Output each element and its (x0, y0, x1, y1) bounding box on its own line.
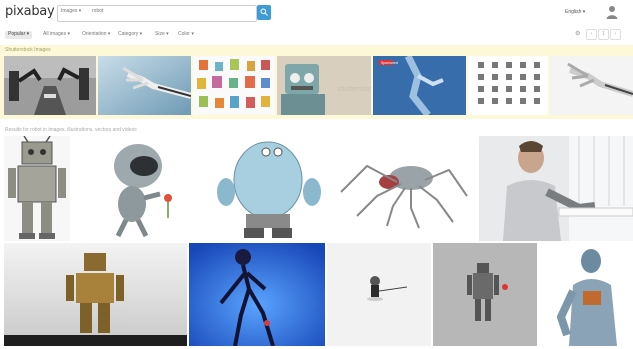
watermark-text: shutterstock (337, 86, 371, 93)
sponsored-image-cyborg[interactable]: Sponsored (373, 56, 466, 115)
sponsored-image-retro-robot[interactable]: shutterstock (277, 56, 371, 115)
sponsored-image-toy-robots[interactable] (193, 56, 275, 115)
sponsored-badge: Sponsored (381, 61, 398, 65)
search-icon (260, 8, 268, 16)
filter-popular[interactable]: Popular ▾ (5, 31, 33, 39)
settings-gear-icon[interactable]: ⚙ (575, 30, 580, 37)
results-label: Results for robot in images, illustratio… (5, 127, 137, 133)
result-image-spider-robot[interactable] (327, 136, 477, 241)
search-button[interactable] (257, 5, 271, 20)
pager-prev[interactable]: ‹ (586, 29, 597, 40)
filter-bar: Popular ▾ All images ▾ Orientation ▾ Cat… (0, 27, 633, 43)
result-image-gold-robot[interactable] (4, 243, 187, 346)
filter-color[interactable]: Color ▾ (178, 31, 194, 39)
result-image-blue-robot[interactable] (208, 136, 325, 241)
result-image-gray-robot[interactable] (433, 243, 537, 346)
sponsored-image-factory[interactable] (4, 56, 96, 115)
pager-next[interactable]: › (610, 29, 621, 40)
filter-images[interactable]: All images ▾ (43, 31, 70, 39)
search-category-select[interactable]: Images ▾ (61, 8, 81, 14)
result-image-android[interactable] (539, 243, 633, 346)
result-image-blue-figure[interactable] (189, 243, 325, 346)
pixabay-logo[interactable]: pixabay (5, 4, 55, 19)
user-avatar-icon[interactable] (605, 5, 619, 19)
filter-size[interactable]: Size ▾ (155, 31, 169, 39)
filter-category[interactable]: Category ▾ (118, 31, 142, 39)
pager-page[interactable]: 1 (598, 29, 609, 40)
header: pixabay Images ▾ robot English ▾ (0, 0, 633, 26)
sponsored-image-robot-hand[interactable] (98, 56, 191, 115)
search-input[interactable]: robot (92, 8, 103, 14)
filter-orientation[interactable]: Orientation ▾ (82, 31, 110, 39)
result-image-tiny-robot[interactable] (327, 243, 431, 346)
search-box[interactable]: Images ▾ robot (57, 5, 257, 22)
language-select[interactable]: English ▾ (565, 9, 585, 15)
sponsored-image-robot-hand-white[interactable] (550, 56, 633, 115)
result-image-boxy-robot[interactable] (4, 136, 70, 241)
sponsored-label[interactable]: Shutterstock Images (5, 47, 51, 53)
sponsored-image-icons[interactable] (468, 56, 548, 115)
sponsored-row: Shutterstock Images shutterstock Sponsor… (0, 45, 633, 119)
result-image-cyborg-man[interactable] (479, 136, 633, 241)
result-image-egg-robot[interactable] (72, 136, 206, 241)
